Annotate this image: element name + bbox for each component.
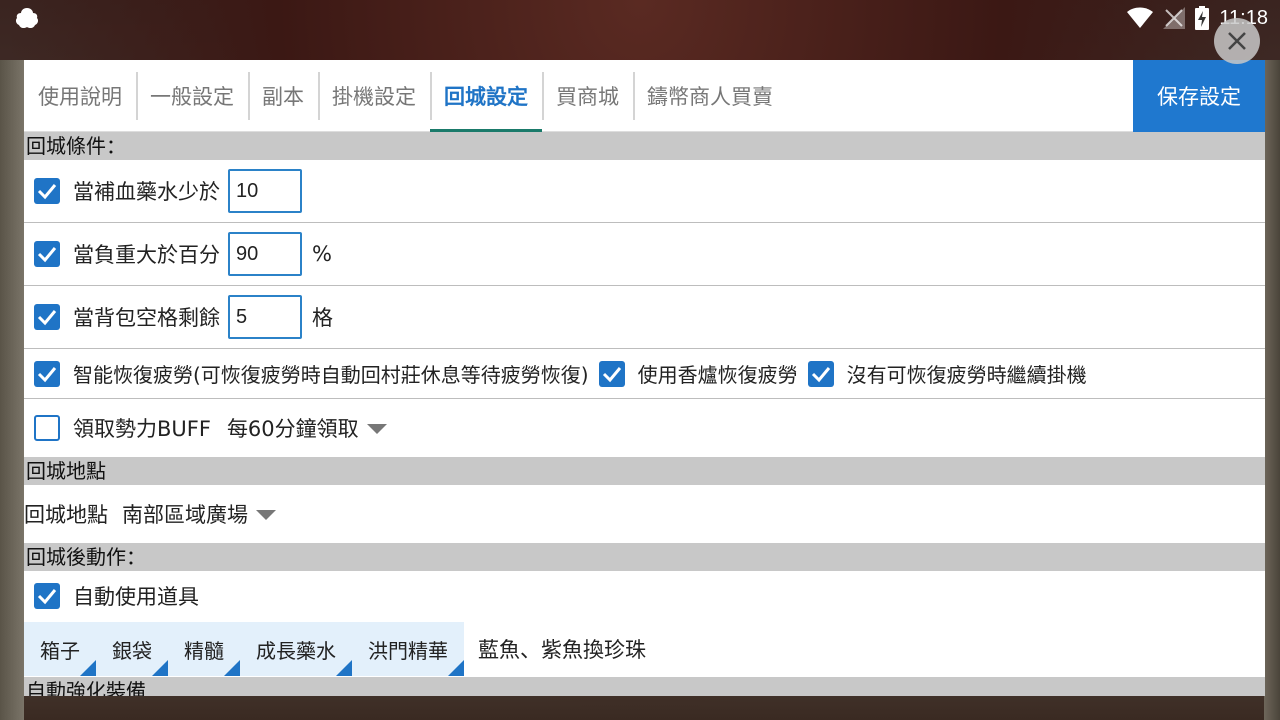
auto-use-row: 自動使用道具 xyxy=(24,571,1265,621)
check-icon xyxy=(811,366,830,382)
tab-label: 回城設定 xyxy=(444,85,528,109)
item-tag-list: 箱子 銀袋 精髓 成長藥水 洪門精華 藍魚、紫魚換珍珠 xyxy=(24,621,1265,677)
potion-label: 當補血藥水少於 xyxy=(73,180,220,204)
condition-weight-row: 當負重大於百分 90 % xyxy=(24,223,1265,286)
section-header-after-actions: 回城後動作： xyxy=(24,543,1265,571)
location-row: 回城地點 南部區域廣場 xyxy=(24,485,1265,543)
check-icon xyxy=(37,247,57,263)
section-header-auto-enhance: 自動強化裝備 xyxy=(24,677,1265,696)
tab-return-town-settings[interactable]: 回城設定 xyxy=(430,60,542,132)
weight-checkbox[interactable] xyxy=(34,241,60,267)
background-pillar-right xyxy=(1264,60,1280,720)
continue-idle-checkbox[interactable] xyxy=(807,360,834,387)
weight-label: 當負重大於百分 xyxy=(73,243,220,267)
check-icon xyxy=(602,366,621,382)
tab-label: 掛機設定 xyxy=(332,85,416,109)
tab-label: 買商城 xyxy=(556,85,619,109)
location-dropdown[interactable]: 南部區域廣場 xyxy=(122,499,276,529)
item-tag-silver-bag[interactable]: 銀袋 xyxy=(96,622,168,676)
tab-general-settings[interactable]: 一般設定 xyxy=(136,60,248,132)
tab-coin-merchant-trade[interactable]: 鑄幣商人買賣 xyxy=(633,60,787,132)
item-tag-growth-potion[interactable]: 成長藥水 xyxy=(240,622,352,676)
buff-interval-value: 每60分鐘領取 xyxy=(226,417,359,441)
section-header-conditions: 回城條件： xyxy=(24,132,1265,160)
location-value: 南部區域廣場 xyxy=(122,503,248,527)
tab-instructions[interactable]: 使用說明 xyxy=(24,60,136,132)
save-settings-button[interactable]: 保存設定 xyxy=(1133,60,1265,132)
bag-slots-input[interactable]: 5 xyxy=(228,295,302,339)
tab-dungeon[interactable]: 副本 xyxy=(248,60,318,132)
auto-use-checkbox[interactable] xyxy=(34,583,60,609)
condition-bag-row: 當背包空格剩餘 5 格 xyxy=(24,286,1265,349)
app-notification-icon xyxy=(15,8,39,29)
condition-buff-row: 領取勢力BUFF 每60分鐘領取 xyxy=(24,399,1265,457)
tab-label: 使用說明 xyxy=(38,85,122,109)
chevron-down-icon xyxy=(256,510,276,520)
background-pillar-left xyxy=(0,60,24,720)
incense-label: 使用香爐恢復疲勞 xyxy=(637,363,798,387)
close-icon xyxy=(1228,32,1246,50)
tab-bar: 使用說明 一般設定 副本 掛機設定 回城設定 買商城 鑄幣商人買賣 保存設定 xyxy=(24,60,1265,132)
close-button[interactable] xyxy=(1214,18,1260,64)
tab-label: 鑄幣商人買賣 xyxy=(647,85,773,109)
buff-interval-dropdown[interactable]: 每60分鐘領取 xyxy=(227,413,387,443)
incense-checkbox[interactable] xyxy=(598,360,625,387)
fatigue-label: 智能恢復疲勞(可恢復疲勞時自動回村莊休息等待疲勞恢復) xyxy=(73,363,589,387)
check-icon xyxy=(37,589,57,605)
bag-unit: 格 xyxy=(312,306,333,330)
no-signal-icon xyxy=(1163,7,1186,29)
location-label: 回城地點 xyxy=(24,503,108,527)
potion-checkbox[interactable] xyxy=(34,178,60,204)
item-tag-box[interactable]: 箱子 xyxy=(24,622,96,676)
tab-idle-settings[interactable]: 掛機設定 xyxy=(318,60,430,132)
tab-label: 一般設定 xyxy=(150,85,234,109)
potion-threshold-input[interactable]: 10 xyxy=(228,169,302,213)
section-header-location: 回城地點 xyxy=(24,457,1265,485)
wifi-icon xyxy=(1127,7,1154,28)
tab-buy-shop[interactable]: 買商城 xyxy=(542,60,633,132)
check-icon xyxy=(37,184,57,200)
item-tag-hongmen-essence[interactable]: 洪門精華 xyxy=(352,622,464,676)
buff-checkbox[interactable] xyxy=(34,415,60,441)
weight-percent-input[interactable]: 90 xyxy=(228,232,302,276)
check-icon xyxy=(37,310,57,326)
check-icon xyxy=(37,366,57,382)
continue-idle-label: 沒有可恢復疲勞時繼續掛機 xyxy=(846,363,1087,387)
weight-unit: % xyxy=(312,242,332,266)
battery-icon xyxy=(1195,6,1210,30)
item-tag-essence[interactable]: 精髓 xyxy=(168,622,240,676)
fish-exchange-text: 藍魚、紫魚換珍珠 xyxy=(478,638,646,662)
chevron-down-icon xyxy=(366,424,387,434)
auto-use-label: 自動使用道具 xyxy=(73,585,199,609)
settings-panel: 使用說明 一般設定 副本 掛機設定 回城設定 買商城 鑄幣商人買賣 保存設定 回… xyxy=(24,60,1265,696)
buff-label: 領取勢力BUFF xyxy=(73,417,211,441)
bag-checkbox[interactable] xyxy=(34,304,60,330)
bag-label: 當背包空格剩餘 xyxy=(73,306,220,330)
condition-fatigue-row: 智能恢復疲勞(可恢復疲勞時自動回村莊休息等待疲勞恢復) 使用香爐恢復疲勞 沒有可… xyxy=(24,349,1265,399)
condition-potion-row: 當補血藥水少於 10 xyxy=(24,160,1265,223)
status-bar: 11:18 xyxy=(0,0,1280,36)
fatigue-checkbox[interactable] xyxy=(34,360,60,387)
tab-label: 副本 xyxy=(262,85,304,109)
